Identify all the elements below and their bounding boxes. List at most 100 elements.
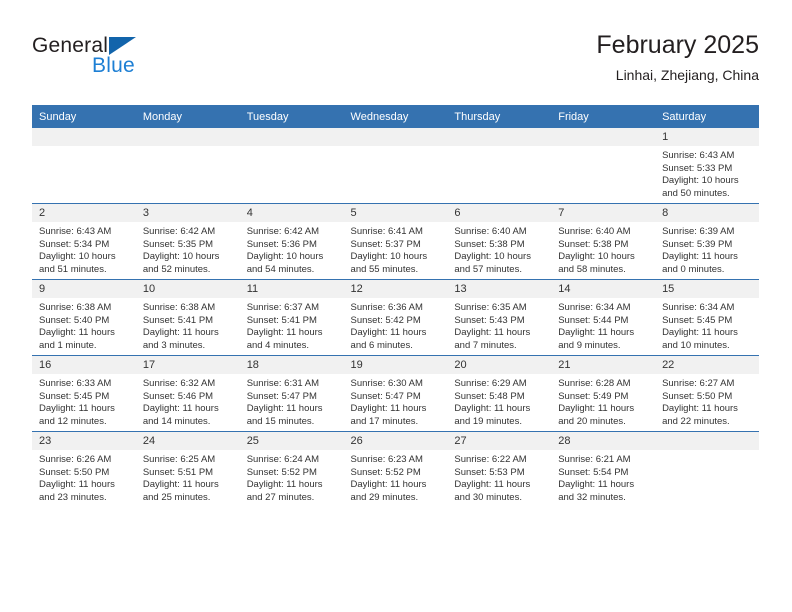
daylight-text-line1: Daylight: 11 hours xyxy=(142,403,219,415)
daylight-text-line2: and 25 minutes. xyxy=(142,491,211,503)
calendar-day-cell[interactable]: 14 Sunrise: 6:34 AM Sunset: 5:44 PM Dayligh… xyxy=(551,279,656,356)
calendar-day-cell[interactable]: 4 Sunrise: 6:42 AM Sunset: 5:36 PM Daylight… xyxy=(239,203,344,280)
calendar-day-cell[interactable]: 25 Sunrise: 6:24 AM Sunset: 5:52 PM Dayligh… xyxy=(239,431,344,507)
calendar-body: 1 Sunrise: 6:43 AM Sunset: 5:33 PM Daylight… xyxy=(32,128,759,507)
sunrise-text: Sunrise: 6:21 AM xyxy=(558,454,631,465)
daylight-text-line2: and 58 minutes. xyxy=(558,263,626,275)
daylight-text-line1: Daylight: 11 hours xyxy=(142,479,219,491)
page-header: General Blue February 2025 Linhai, Zheji… xyxy=(32,30,759,98)
calendar-day-cell[interactable]: 10 Sunrise: 6:38 AM Sunset: 5:41 PM Dayligh… xyxy=(135,279,240,356)
calendar-day-cell[interactable]: 3 Sunrise: 6:42 AM Sunset: 5:35 PM Daylight… xyxy=(135,203,240,280)
calendar-day-cell[interactable]: 15 Sunrise: 6:34 AM Sunset: 5:45 PM Dayligh… xyxy=(655,279,759,356)
sunset-text: Sunset: 5:35 PM xyxy=(142,238,214,250)
weekday-header-tuesday: Tuesday xyxy=(239,105,344,128)
day-number xyxy=(135,128,240,146)
daylight-text-line1: Daylight: 11 hours xyxy=(454,403,531,415)
day-details: Sunrise: 6:34 AM Sunset: 5:44 PM Daylight:… xyxy=(551,298,655,352)
day-number: 23 xyxy=(32,432,136,450)
daylight-text-line2: and 20 minutes. xyxy=(558,415,626,427)
day-number: 6 xyxy=(447,204,552,222)
day-number xyxy=(32,128,136,146)
day-details: Sunrise: 6:37 AM Sunset: 5:41 PM Daylight:… xyxy=(240,298,344,352)
calendar-day-cell[interactable]: 28 Sunrise: 6:21 AM Sunset: 5:54 PM Dayligh… xyxy=(551,431,656,507)
daylight-text-line1: Daylight: 11 hours xyxy=(350,327,427,339)
daylight-text-line2: and 19 minutes. xyxy=(454,415,522,427)
sunrise-text: Sunrise: 6:41 AM xyxy=(350,226,423,237)
calendar-day-cell[interactable]: 22 Sunrise: 6:27 AM Sunset: 5:50 PM Dayligh… xyxy=(655,355,759,432)
day-details: Sunrise: 6:29 AM Sunset: 5:48 PM Daylight:… xyxy=(447,374,551,428)
day-details: Sunrise: 6:40 AM Sunset: 5:38 PM Daylight:… xyxy=(447,222,551,276)
calendar-day-cell[interactable]: 12 Sunrise: 6:36 AM Sunset: 5:42 PM Dayligh… xyxy=(343,279,448,356)
calendar-day-cell[interactable]: 7 Sunrise: 6:40 AM Sunset: 5:38 PM Daylight… xyxy=(551,203,656,280)
day-details: Sunrise: 6:28 AM Sunset: 5:49 PM Daylight:… xyxy=(551,374,655,428)
daylight-text-line2: and 22 minutes. xyxy=(662,415,730,427)
daylight-text-line1: Daylight: 11 hours xyxy=(662,327,738,339)
day-details: Sunrise: 6:42 AM Sunset: 5:36 PM Daylight:… xyxy=(240,222,344,276)
daylight-text-line1: Daylight: 11 hours xyxy=(246,403,323,415)
sunset-text: Sunset: 5:38 PM xyxy=(454,238,525,250)
calendar-day-cell-empty xyxy=(343,128,448,204)
calendar-day-cell[interactable]: 19 Sunrise: 6:30 AM Sunset: 5:47 PM Dayligh… xyxy=(343,355,448,432)
day-details: Sunrise: 6:21 AM Sunset: 5:54 PM Daylight:… xyxy=(551,450,655,504)
weekday-header-monday: Monday xyxy=(135,105,240,128)
calendar-day-cell[interactable]: 9 Sunrise: 6:38 AM Sunset: 5:40 PM Daylight… xyxy=(32,279,136,356)
calendar-grid: Sunday Monday Tuesday Wednesday Thursday… xyxy=(32,105,759,507)
brand-logo[interactable]: General Blue xyxy=(32,34,252,90)
calendar-day-cell[interactable]: 17 Sunrise: 6:32 AM Sunset: 5:46 PM Dayligh… xyxy=(135,355,240,432)
sunrise-text: Sunrise: 6:40 AM xyxy=(454,226,527,237)
calendar-day-cell[interactable]: 11 Sunrise: 6:37 AM Sunset: 5:41 PM Dayligh… xyxy=(239,279,344,356)
day-number: 16 xyxy=(32,356,136,374)
sunrise-text: Sunrise: 6:25 AM xyxy=(142,454,216,465)
day-details: Sunrise: 6:39 AM Sunset: 5:39 PM Daylight:… xyxy=(655,222,759,276)
day-details: Sunrise: 6:43 AM Sunset: 5:34 PM Daylight:… xyxy=(32,222,136,276)
calendar-day-cell[interactable]: 24 Sunrise: 6:25 AM Sunset: 5:51 PM Dayligh… xyxy=(135,431,240,507)
page-title: February 2025 xyxy=(596,31,759,59)
day-number: 28 xyxy=(551,432,656,450)
day-number: 7 xyxy=(551,204,656,222)
sunrise-text: Sunrise: 6:28 AM xyxy=(558,378,631,389)
calendar-day-cell[interactable]: 1 Sunrise: 6:43 AM Sunset: 5:33 PM Daylight… xyxy=(655,128,759,204)
day-details: Sunrise: 6:43 AM Sunset: 5:33 PM Daylight:… xyxy=(655,146,759,200)
weekday-header-saturday: Saturday xyxy=(655,105,759,128)
daylight-text-line1: Daylight: 11 hours xyxy=(39,327,115,339)
day-number: 21 xyxy=(551,356,656,374)
daylight-text-line2: and 50 minutes. xyxy=(662,187,730,199)
calendar-day-cell[interactable]: 18 Sunrise: 6:31 AM Sunset: 5:47 PM Dayligh… xyxy=(239,355,344,432)
sunset-text: Sunset: 5:41 PM xyxy=(246,314,317,326)
day-details: Sunrise: 6:33 AM Sunset: 5:45 PM Daylight:… xyxy=(32,374,136,428)
daylight-text-line1: Daylight: 10 hours xyxy=(246,251,324,263)
calendar-day-cell[interactable]: 6 Sunrise: 6:40 AM Sunset: 5:38 PM Daylight… xyxy=(447,203,552,280)
brand-name-bottom: Blue xyxy=(92,54,135,77)
sunrise-text: Sunrise: 6:30 AM xyxy=(350,378,423,389)
calendar-day-cell[interactable]: 21 Sunrise: 6:28 AM Sunset: 5:49 PM Dayligh… xyxy=(551,355,656,432)
calendar-day-cell[interactable]: 20 Sunrise: 6:29 AM Sunset: 5:48 PM Dayligh… xyxy=(447,355,552,432)
day-details: Sunrise: 6:31 AM Sunset: 5:47 PM Daylight:… xyxy=(240,374,344,428)
daylight-text-line1: Daylight: 11 hours xyxy=(246,479,323,491)
weekday-header-wednesday: Wednesday xyxy=(343,105,448,128)
sunset-text: Sunset: 5:38 PM xyxy=(558,238,629,250)
day-number: 4 xyxy=(239,204,344,222)
sunrise-text: Sunrise: 6:31 AM xyxy=(246,378,320,389)
day-number: 9 xyxy=(32,280,136,298)
calendar-day-cell[interactable]: 27 Sunrise: 6:22 AM Sunset: 5:53 PM Dayligh… xyxy=(447,431,552,507)
sunrise-text: Sunrise: 6:35 AM xyxy=(454,302,527,313)
sunset-text: Sunset: 5:47 PM xyxy=(246,390,317,402)
title-block: February 2025 Linhai, Zhejiang, China xyxy=(596,30,759,85)
sunset-text: Sunset: 5:44 PM xyxy=(558,314,629,326)
daylight-text-line1: Daylight: 11 hours xyxy=(39,403,115,415)
calendar-day-cell[interactable]: 5 Sunrise: 6:41 AM Sunset: 5:37 PM Daylight… xyxy=(343,203,448,280)
calendar-day-cell[interactable]: 8 Sunrise: 6:39 AM Sunset: 5:39 PM Daylight… xyxy=(655,203,759,280)
daylight-text-line2: and 29 minutes. xyxy=(350,491,419,503)
calendar-day-cell[interactable]: 16 Sunrise: 6:33 AM Sunset: 5:45 PM Dayligh… xyxy=(32,355,136,432)
sunset-text: Sunset: 5:33 PM xyxy=(662,162,733,174)
calendar-day-cell-empty xyxy=(135,128,240,204)
calendar-day-cell[interactable]: 23 Sunrise: 6:26 AM Sunset: 5:50 PM Dayligh… xyxy=(32,431,136,507)
calendar-day-cell-empty xyxy=(551,128,656,204)
calendar-day-cell[interactable]: 2 Sunrise: 6:43 AM Sunset: 5:34 PM Daylight… xyxy=(32,203,136,280)
calendar-day-cell[interactable]: 13 Sunrise: 6:35 AM Sunset: 5:43 PM Dayligh… xyxy=(447,279,552,356)
day-number: 19 xyxy=(343,356,448,374)
calendar-day-cell[interactable]: 26 Sunrise: 6:23 AM Sunset: 5:52 PM Dayligh… xyxy=(343,431,448,507)
sunrise-text: Sunrise: 6:42 AM xyxy=(142,226,216,237)
sunset-text: Sunset: 5:45 PM xyxy=(39,390,110,402)
sunset-text: Sunset: 5:52 PM xyxy=(350,466,421,478)
